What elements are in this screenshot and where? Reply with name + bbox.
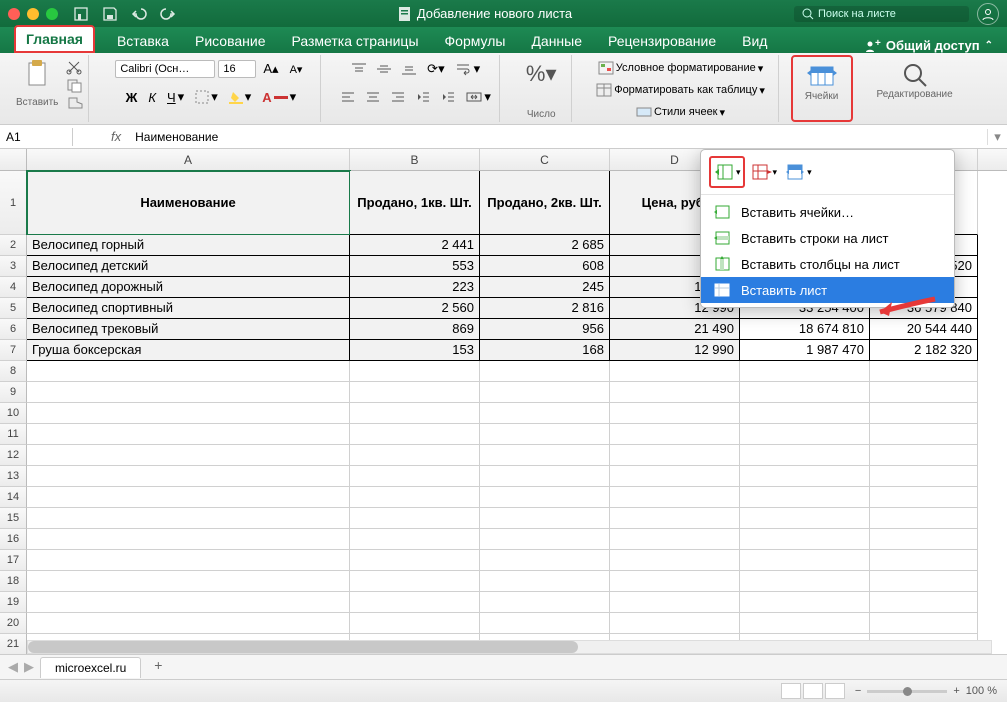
zoom-control[interactable]: − + 100 %	[855, 685, 997, 697]
zoom-out-icon[interactable]: −	[855, 685, 861, 697]
horizontal-scrollbar[interactable]	[27, 640, 992, 654]
spreadsheet-grid: A B C D E F 1 Наименование Продано, 1кв.…	[0, 149, 1007, 702]
tab-insert[interactable]: Вставка	[113, 29, 173, 53]
redo-icon[interactable]	[160, 6, 176, 22]
document-title: Добавление нового листа	[176, 6, 794, 21]
titlebar: Добавление нового листа Поиск на листе	[0, 0, 1007, 27]
page-break-view-icon[interactable]	[825, 683, 845, 699]
tab-home[interactable]: Главная	[14, 25, 95, 53]
delete-cells-toolbar-button[interactable]: ▾	[748, 156, 780, 188]
paste-button[interactable]: Вставить	[12, 57, 62, 110]
align-top-icon[interactable]	[348, 58, 370, 80]
align-center-icon[interactable]	[362, 86, 384, 108]
copy-icon[interactable]	[66, 78, 84, 92]
styles-group: Условное форматирование ▾ Форматировать …	[584, 55, 779, 122]
tab-draw[interactable]: Рисование	[191, 29, 270, 53]
font-name-select[interactable]	[115, 60, 215, 78]
orientation-icon[interactable]: ⟳▾	[423, 57, 448, 81]
sheet-nav-prev-icon[interactable]: ◀	[8, 659, 18, 675]
align-middle-icon[interactable]	[373, 58, 395, 80]
expand-formula-bar-icon[interactable]: ▾	[987, 129, 1007, 145]
font-color-icon[interactable]: А▾	[258, 85, 300, 109]
annotation-arrow-icon	[870, 294, 940, 324]
clipboard-group: Вставить	[8, 55, 89, 122]
share-button[interactable]: + Общий доступ ⌃	[865, 38, 993, 53]
underline-button[interactable]: Ч ▾	[163, 85, 188, 109]
ribbon-tabs: Главная Вставка Рисование Разметка стран…	[0, 27, 1007, 53]
editing-group: Редактирование	[865, 55, 965, 122]
save-icon[interactable]	[102, 6, 118, 22]
sheet-nav-next-icon[interactable]: ▶	[24, 659, 34, 675]
tab-view[interactable]: Вид	[738, 29, 771, 53]
fill-color-icon[interactable]: ▾	[225, 85, 256, 109]
menu-insert-cols[interactable]: Вставить столбцы на лист	[701, 251, 954, 277]
formula-bar[interactable]: Наименование	[129, 128, 987, 146]
tab-data[interactable]: Данные	[527, 29, 586, 53]
add-sheet-button[interactable]: +	[147, 657, 169, 677]
minimize-window-icon[interactable]	[27, 8, 39, 20]
status-bar: − + 100 %	[0, 679, 1007, 702]
borders-icon[interactable]: ▾	[191, 85, 222, 109]
page-layout-view-icon[interactable]	[803, 683, 823, 699]
font-group: A▴ A▾ Ж К Ч ▾ ▾ ▾ А▾	[101, 55, 321, 122]
editing-button[interactable]: Редактирование	[869, 57, 961, 104]
tab-formulas[interactable]: Формулы	[441, 29, 510, 53]
share-icon: +	[865, 39, 881, 53]
close-window-icon[interactable]	[8, 8, 20, 20]
user-account-icon[interactable]	[977, 3, 999, 25]
sheet-tab-bar: ◀ ▶ microexcel.ru +	[0, 654, 1007, 679]
search-input[interactable]: Поиск на листе	[794, 6, 969, 22]
align-bottom-icon[interactable]	[398, 58, 420, 80]
col-header-b[interactable]: B	[350, 149, 480, 170]
fx-icon[interactable]: fx	[103, 129, 129, 144]
zoom-in-icon[interactable]: +	[953, 685, 959, 697]
format-painter-icon[interactable]	[66, 96, 84, 110]
alignment-group: ⟳▾ ▾ ▾	[333, 55, 500, 122]
align-left-icon[interactable]	[337, 86, 359, 108]
menu-insert-cells[interactable]: Вставить ячейки…	[701, 199, 954, 225]
increase-indent-icon[interactable]	[437, 86, 459, 108]
doc-icon	[398, 7, 412, 21]
name-box[interactable]: A1	[0, 128, 73, 146]
format-cells-toolbar-button[interactable]: ▾	[782, 156, 814, 188]
search-icon	[802, 8, 814, 20]
bold-button[interactable]: Ж	[122, 86, 142, 109]
number-group: %▾ Число	[512, 55, 572, 122]
sheet-tab[interactable]: microexcel.ru	[40, 657, 141, 678]
select-all-corner[interactable]	[0, 149, 27, 170]
cells-group: Ячейки	[791, 55, 853, 122]
col-header-a[interactable]: A	[27, 149, 350, 170]
conditional-formatting-button[interactable]: Условное форматирование ▾	[594, 57, 767, 79]
tab-review[interactable]: Рецензирование	[604, 29, 720, 53]
cell-styles-button[interactable]: Стили ячеек ▾	[632, 101, 729, 123]
cells-dropdown-popup: ▾ ▾ ▾ Вставить ячейки… Вставить строки н…	[700, 149, 955, 308]
cut-icon[interactable]	[66, 60, 84, 74]
maximize-window-icon[interactable]	[46, 8, 58, 20]
insert-cells-toolbar-button[interactable]: ▾	[709, 156, 745, 188]
percent-icon[interactable]: %▾	[516, 57, 567, 91]
ribbon: Вставить A▴ A▾ Ж К Ч ▾ ▾ ▾ А▾	[0, 53, 1007, 125]
popup-toolbar: ▾ ▾ ▾	[701, 150, 954, 195]
zoom-level[interactable]: 100 %	[966, 685, 997, 697]
format-as-table-button[interactable]: Форматировать как таблицу ▾	[592, 79, 769, 101]
decrease-indent-icon[interactable]	[412, 86, 434, 108]
decrease-font-icon[interactable]: A▾	[286, 59, 307, 80]
cells-button[interactable]: Ячейки	[797, 59, 847, 106]
undo-icon[interactable]	[131, 6, 147, 22]
tab-layout[interactable]: Разметка страницы	[288, 29, 423, 53]
increase-font-icon[interactable]: A▴	[259, 57, 282, 81]
merge-icon[interactable]: ▾	[462, 85, 495, 109]
wrap-text-icon[interactable]: ▾	[452, 57, 485, 81]
formula-bar-row: A1 fx Наименование ▾	[0, 125, 1007, 149]
normal-view-icon[interactable]	[781, 683, 801, 699]
font-size-select[interactable]	[218, 60, 256, 78]
align-right-icon[interactable]	[387, 86, 409, 108]
col-header-c[interactable]: C	[480, 149, 610, 170]
window-controls	[8, 8, 58, 20]
italic-button[interactable]: К	[144, 86, 160, 109]
svg-text:+: +	[875, 38, 881, 49]
quick-access-toolbar	[73, 6, 176, 22]
home-icon[interactable]	[73, 6, 89, 22]
menu-insert-rows[interactable]: Вставить строки на лист	[701, 225, 954, 251]
